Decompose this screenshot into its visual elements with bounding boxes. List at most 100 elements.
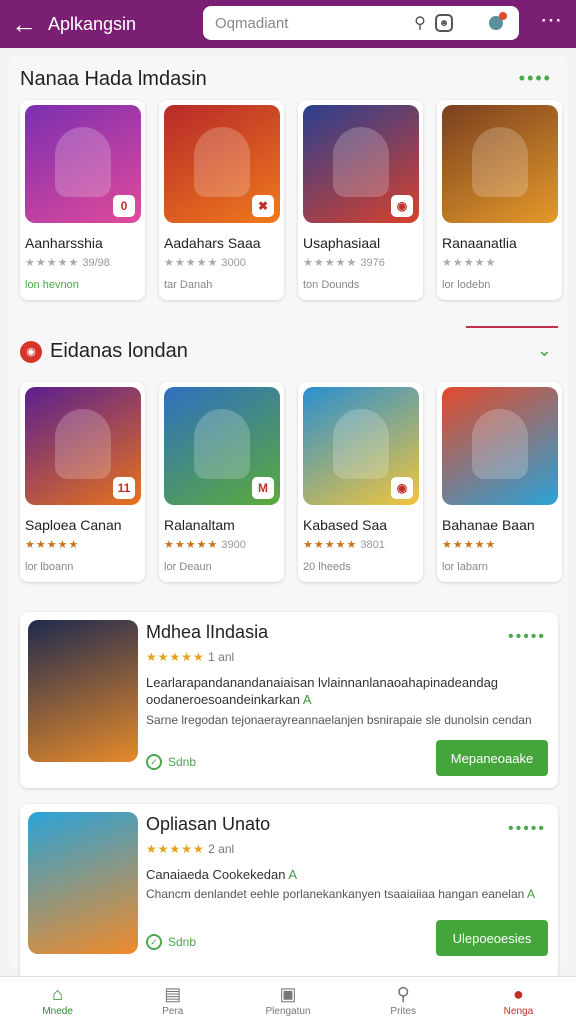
app-card[interactable]: 11 Saploea Canan ★★★★★ lor lboann: [20, 382, 145, 582]
app-grid-2: 11 Saploea Canan ★★★★★ lor lboann M Ralanalt…: [20, 382, 562, 582]
app-rating: ★★★★★ 3801: [303, 538, 418, 551]
featured-thumbnail: [28, 812, 138, 954]
featured-description: Canaiaeda Cookekedan A: [146, 866, 546, 883]
section-header-1: Nanaa Hada lmdasin: [20, 68, 207, 91]
app-name: Ralanaltam: [164, 517, 235, 533]
app-badge: ◉: [391, 477, 413, 499]
featured-status: ✓ Sdnb: [146, 754, 196, 770]
featured-card-2[interactable]: Opliasan Unato ••••• ★★★★★ 2 anl Canaiae…: [20, 804, 558, 980]
nav-item-home[interactable]: ⌂ Mnede: [0, 977, 115, 1024]
section-1-more-icon[interactable]: ••••: [519, 68, 552, 89]
featured-rating: ★★★★★ 2 anl: [146, 842, 234, 856]
star-rating-icon: ★★★★★: [25, 539, 80, 551]
search-bar[interactable]: ⚲ ☻: [203, 6, 519, 40]
app-rating-value: 3000: [221, 257, 246, 269]
featured-description-text: Canaiaeda Cookekedan: [146, 867, 286, 882]
featured-rating-text: 2 anl: [208, 842, 235, 856]
featured-status-text: Sdnb: [168, 755, 197, 769]
app-thumbnail: [442, 387, 558, 505]
back-arrow-icon[interactable]: ←: [0, 0, 48, 48]
featured-card-1[interactable]: Mdhea lIndasia ••••• ★★★★★ 1 anl Learlar…: [20, 612, 558, 788]
character-art-icon: [472, 409, 528, 479]
app-card[interactable]: M Ralanaltam ★★★★★ 3900 lor Deaun: [159, 382, 284, 582]
section-title-1: Nanaa Hada lmdasin: [20, 68, 207, 90]
app-meta: lor labarn: [442, 561, 488, 573]
more-vertical-icon[interactable]: ⋯: [538, 9, 564, 36]
section-title-2: Eidanas londan: [50, 340, 188, 362]
app-card[interactable]: ◉ Kabased Saa ★★★★★ 3801 20 lheeds: [298, 382, 423, 582]
app-thumbnail: 0: [25, 105, 141, 223]
app-badge: 0: [113, 195, 135, 217]
app-name: Ranaanatlia: [442, 235, 517, 251]
app-card[interactable]: ✖ Aadahars Saaa ★★★★★ 3000 tar Danah: [159, 100, 284, 300]
notification-icon[interactable]: [483, 10, 509, 36]
app-badge: 11: [113, 477, 135, 499]
star-rating-icon: ★★★★★: [146, 842, 205, 856]
star-rating-icon: ★★★★★: [164, 539, 219, 551]
app-thumbnail: ◉: [303, 105, 419, 223]
featured-status: ✓ Sdnb: [146, 934, 196, 950]
nav-label: Mnede: [42, 1006, 73, 1017]
featured-subtext: Sarne lregodan tejonaerayreannaelanjen b…: [146, 713, 532, 727]
star-rating-icon: ★★★★★: [442, 257, 497, 269]
chevron-down-icon[interactable]: ⌄: [537, 340, 552, 361]
nav-item-store[interactable]: ▤ Pera: [115, 977, 230, 1024]
featured-more-icon[interactable]: •••••: [508, 820, 546, 838]
featured-rating: ★★★★★ 1 anl: [146, 650, 234, 664]
emoji-icon[interactable]: ☻: [435, 14, 453, 32]
app-rating: ★★★★★: [442, 538, 557, 551]
app-thumbnail: ◉: [303, 387, 419, 505]
star-rating-icon: ★★★★★: [303, 539, 358, 551]
featured-action-button[interactable]: Mepaneoaake: [436, 740, 548, 776]
games-icon: ▣: [279, 984, 297, 1004]
featured-description: Learlarapandanandanaiaisan lvlainnanlana…: [146, 674, 546, 708]
featured-subtext-text: Chancm denlandet eehle porlanekankanyen …: [146, 887, 525, 901]
star-rating-icon: ★★★★★: [442, 539, 497, 551]
featured-action-button[interactable]: Ulepoeoesies: [436, 920, 548, 956]
app-card[interactable]: Ranaanatlia ★★★★★ lor lodebn: [437, 100, 562, 300]
nav-item-games[interactable]: ▣ Plengatun: [230, 977, 345, 1024]
app-name: Saploea Canan: [25, 517, 122, 533]
app-meta: lor lboann: [25, 561, 74, 573]
featured-thumbnail: [28, 620, 138, 762]
featured-more-icon[interactable]: •••••: [508, 628, 546, 646]
app-name: Bahanae Baan: [442, 517, 535, 533]
app-card[interactable]: 0 Aanharsshia ★★★★★ 39/98 lon hevnon: [20, 100, 145, 300]
character-art-icon: [194, 127, 250, 197]
app-rating-value: 39/98: [82, 257, 110, 269]
app-grid-1: 0 Aanharsshia ★★★★★ 39/98 lon hevnon ✖ Aadaha…: [20, 100, 562, 300]
app-name: Usaphasiaal: [303, 235, 381, 251]
search-icon[interactable]: ⚲: [407, 10, 433, 36]
app-name: Kabased Saa: [303, 517, 388, 533]
app-meta: lon hevnon: [25, 279, 79, 291]
app-rating: ★★★★★ 3976: [303, 256, 418, 269]
search-icon: ⚲: [396, 984, 410, 1004]
nav-label: Pera: [162, 1006, 184, 1017]
app-rating: ★★★★★ 3000: [164, 256, 279, 269]
star-rating-icon: ★★★★★: [303, 257, 358, 269]
featured-rating-text: 1 anl: [208, 650, 235, 664]
app-badge: ✖: [252, 195, 274, 217]
app-meta: ton Dounds: [303, 279, 360, 291]
search-input[interactable]: [215, 14, 405, 32]
featured-description-mark: A: [302, 692, 312, 707]
app-card[interactable]: ◉ Usaphasiaal ★★★★★ 3976 ton Dounds: [298, 100, 423, 300]
nav-item-search[interactable]: ⚲ Prites: [346, 977, 461, 1024]
featured-subtext: Chancm denlandet eehle porlanekankanyen …: [146, 886, 546, 902]
app-title: Aplkangsin: [48, 13, 137, 34]
featured-subtext-mark: A: [526, 887, 535, 901]
app-badge: ◉: [391, 195, 413, 217]
nav-item-profile[interactable]: ● Nenga: [461, 977, 576, 1024]
character-art-icon: [333, 127, 389, 197]
featured-status-text: Sdnb: [168, 935, 197, 949]
character-art-icon: [55, 127, 111, 197]
character-art-icon: [194, 409, 250, 479]
app-card[interactable]: Bahanae Baan ★★★★★ lor labarn: [437, 382, 562, 582]
nav-label: Prites: [390, 1006, 416, 1017]
star-rating-icon: ★★★★★: [164, 257, 219, 269]
featured-title: Mdhea lIndasia: [146, 622, 269, 642]
app-thumbnail: [442, 105, 558, 223]
star-rating-icon: ★★★★★: [25, 257, 80, 269]
bottom-navigation: ⌂ Mnede ▤ Pera ▣ Plengatun ⚲ Prites ● Nenga: [0, 976, 576, 1024]
star-rating-icon: ★★★★★: [146, 650, 205, 664]
